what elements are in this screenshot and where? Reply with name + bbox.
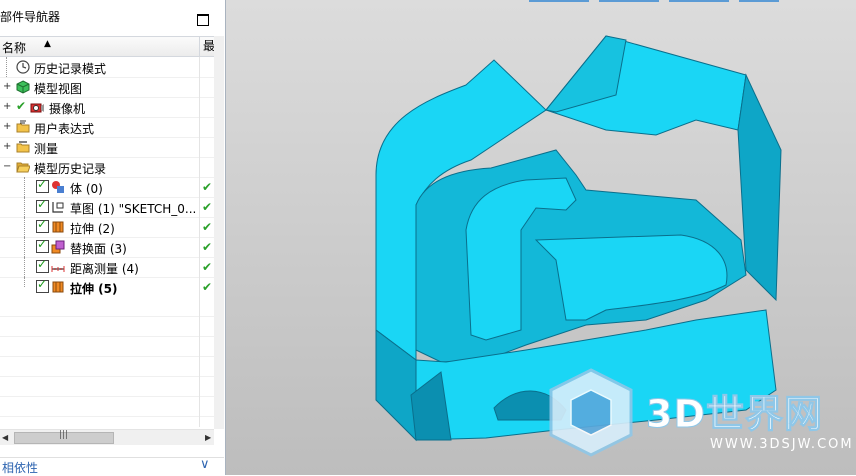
graphics-viewport[interactable]: 3D世界网 WWW.3DSJW.COM [226, 0, 856, 475]
extrude-icon [52, 221, 64, 233]
folder-measure-icon [16, 141, 30, 153]
latest-cell [199, 157, 215, 177]
grip-icon: ||| [59, 430, 69, 440]
scroll-right-icon[interactable]: ▶ [205, 433, 211, 442]
distance-measure-icon [51, 266, 65, 272]
tree-label: 历史记录模式 [34, 62, 107, 76]
column-header: 名称 ▲ 最 [0, 36, 215, 57]
feature-checkbox[interactable] [36, 257, 49, 273]
feature-checkbox[interactable] [36, 277, 49, 293]
latest-cell [199, 77, 215, 97]
body-icon [52, 181, 64, 193]
tree-line [24, 177, 25, 197]
column-divider [199, 297, 200, 427]
watermark-url: WWW.3DSJW.COM [710, 437, 854, 452]
watermark-text: 3D世界网 [646, 392, 823, 437]
tree-label: 模型历史记录 [34, 162, 107, 176]
tree-row-sketch[interactable]: 草图 (1) "SKETCH_0... ✔ [0, 197, 214, 218]
tree-line [24, 237, 25, 257]
tree-label: 距离测量 (4) [70, 262, 139, 276]
latest-check-icon: ✔ [202, 220, 213, 234]
cube-view-icon [16, 80, 30, 94]
part-navigator-panel: 部件导航器 名称 ▲ 最 历史记录模式 + 模型视图 + ✔ 摄像机 + 用户表… [0, 0, 226, 475]
tree-row-body[interactable]: 体 (0) ✔ [0, 177, 214, 198]
tree-row-user-expressions[interactable]: + 用户表达式 [0, 117, 214, 138]
maximize-icon[interactable] [197, 14, 209, 26]
latest-cell [199, 97, 215, 117]
expand-icon[interactable]: + [3, 122, 11, 132]
expand-icon[interactable]: + [3, 82, 11, 92]
column-name-header[interactable]: 名称 [2, 39, 26, 56]
tree-row-model-history[interactable]: − 模型历史记录 [0, 157, 214, 178]
tree-label: 替换面 (3) [70, 242, 127, 256]
tree-line [24, 277, 25, 287]
horizontal-scrollbar[interactable]: ◀ ||| ▶ [0, 429, 214, 445]
feature-checkbox[interactable] [36, 217, 49, 233]
tree-label: 草图 (1) "SKETCH_0... [70, 202, 197, 216]
tree-label: 用户表达式 [34, 122, 95, 136]
latest-check-icon: ✔ [202, 180, 213, 194]
chevron-down-icon[interactable]: ∨ [200, 457, 210, 472]
folder-open-icon [16, 162, 30, 173]
feature-checkbox[interactable] [36, 177, 49, 193]
tree-label: 拉伸 (5) [70, 282, 118, 296]
camera-icon [30, 103, 44, 113]
tree-label: 拉伸 (2) [70, 222, 115, 236]
tree-row-measurements[interactable]: + 测量 [0, 137, 214, 158]
tree-row-cameras[interactable]: + ✔ 摄像机 [0, 97, 214, 118]
tree-label: 测量 [34, 142, 59, 156]
model-inner-step [534, 234, 728, 321]
tree-row-extrude-2[interactable]: 拉伸 (2) ✔ [0, 217, 214, 238]
tree-line [24, 217, 25, 237]
latest-cell [199, 137, 215, 157]
dependencies-section[interactable]: 相依性 ∨ [0, 457, 224, 476]
vertical-scrollbar[interactable] [214, 36, 224, 429]
feature-checkbox[interactable] [36, 197, 49, 213]
latest-check-icon: ✔ [202, 240, 213, 254]
tree-empty-area [0, 297, 214, 427]
folder-expression-icon [16, 120, 30, 133]
latest-check-icon: ✔ [202, 280, 213, 294]
tree-line [24, 197, 25, 217]
feature-checkbox[interactable] [36, 237, 49, 253]
tree-label: 模型视图 [34, 82, 83, 96]
sketch-icon [52, 202, 64, 213]
tree-label: 体 (0) [70, 182, 103, 196]
tree-row-distance-measure[interactable]: 距离测量 (4) ✔ [0, 257, 214, 278]
latest-check-icon: ✔ [202, 260, 213, 274]
tree-row-history-mode[interactable]: 历史记录模式 [0, 57, 214, 78]
clock-icon [16, 60, 30, 74]
expand-icon[interactable]: + [3, 142, 11, 152]
tree-line [24, 257, 25, 277]
replace-face-icon [51, 240, 65, 254]
tree-row-model-views[interactable]: + 模型视图 [0, 77, 214, 98]
latest-cell [199, 57, 215, 77]
tree-row-replace-face[interactable]: 替换面 (3) ✔ [0, 237, 214, 258]
check-icon: ✔ [16, 99, 27, 113]
scroll-left-icon[interactable]: ◀ [2, 433, 8, 442]
scrollbar-thumb[interactable]: ||| [14, 430, 114, 444]
expand-icon[interactable]: + [3, 102, 11, 112]
dependencies-label: 相依性 [2, 461, 39, 475]
collapse-icon[interactable]: − [3, 162, 11, 172]
tree-label: 摄像机 [49, 102, 86, 116]
latest-check-icon: ✔ [202, 200, 213, 214]
latest-cell [199, 117, 215, 137]
tree-row-extrude-5[interactable]: 拉伸 (5) ✔ [0, 277, 214, 298]
panel-title: 部件导航器 [0, 10, 61, 24]
extrude-icon [52, 281, 64, 293]
watermark-cube-icon [549, 368, 633, 457]
tree-line [6, 57, 7, 77]
sort-ascending-icon: ▲ [44, 39, 51, 49]
